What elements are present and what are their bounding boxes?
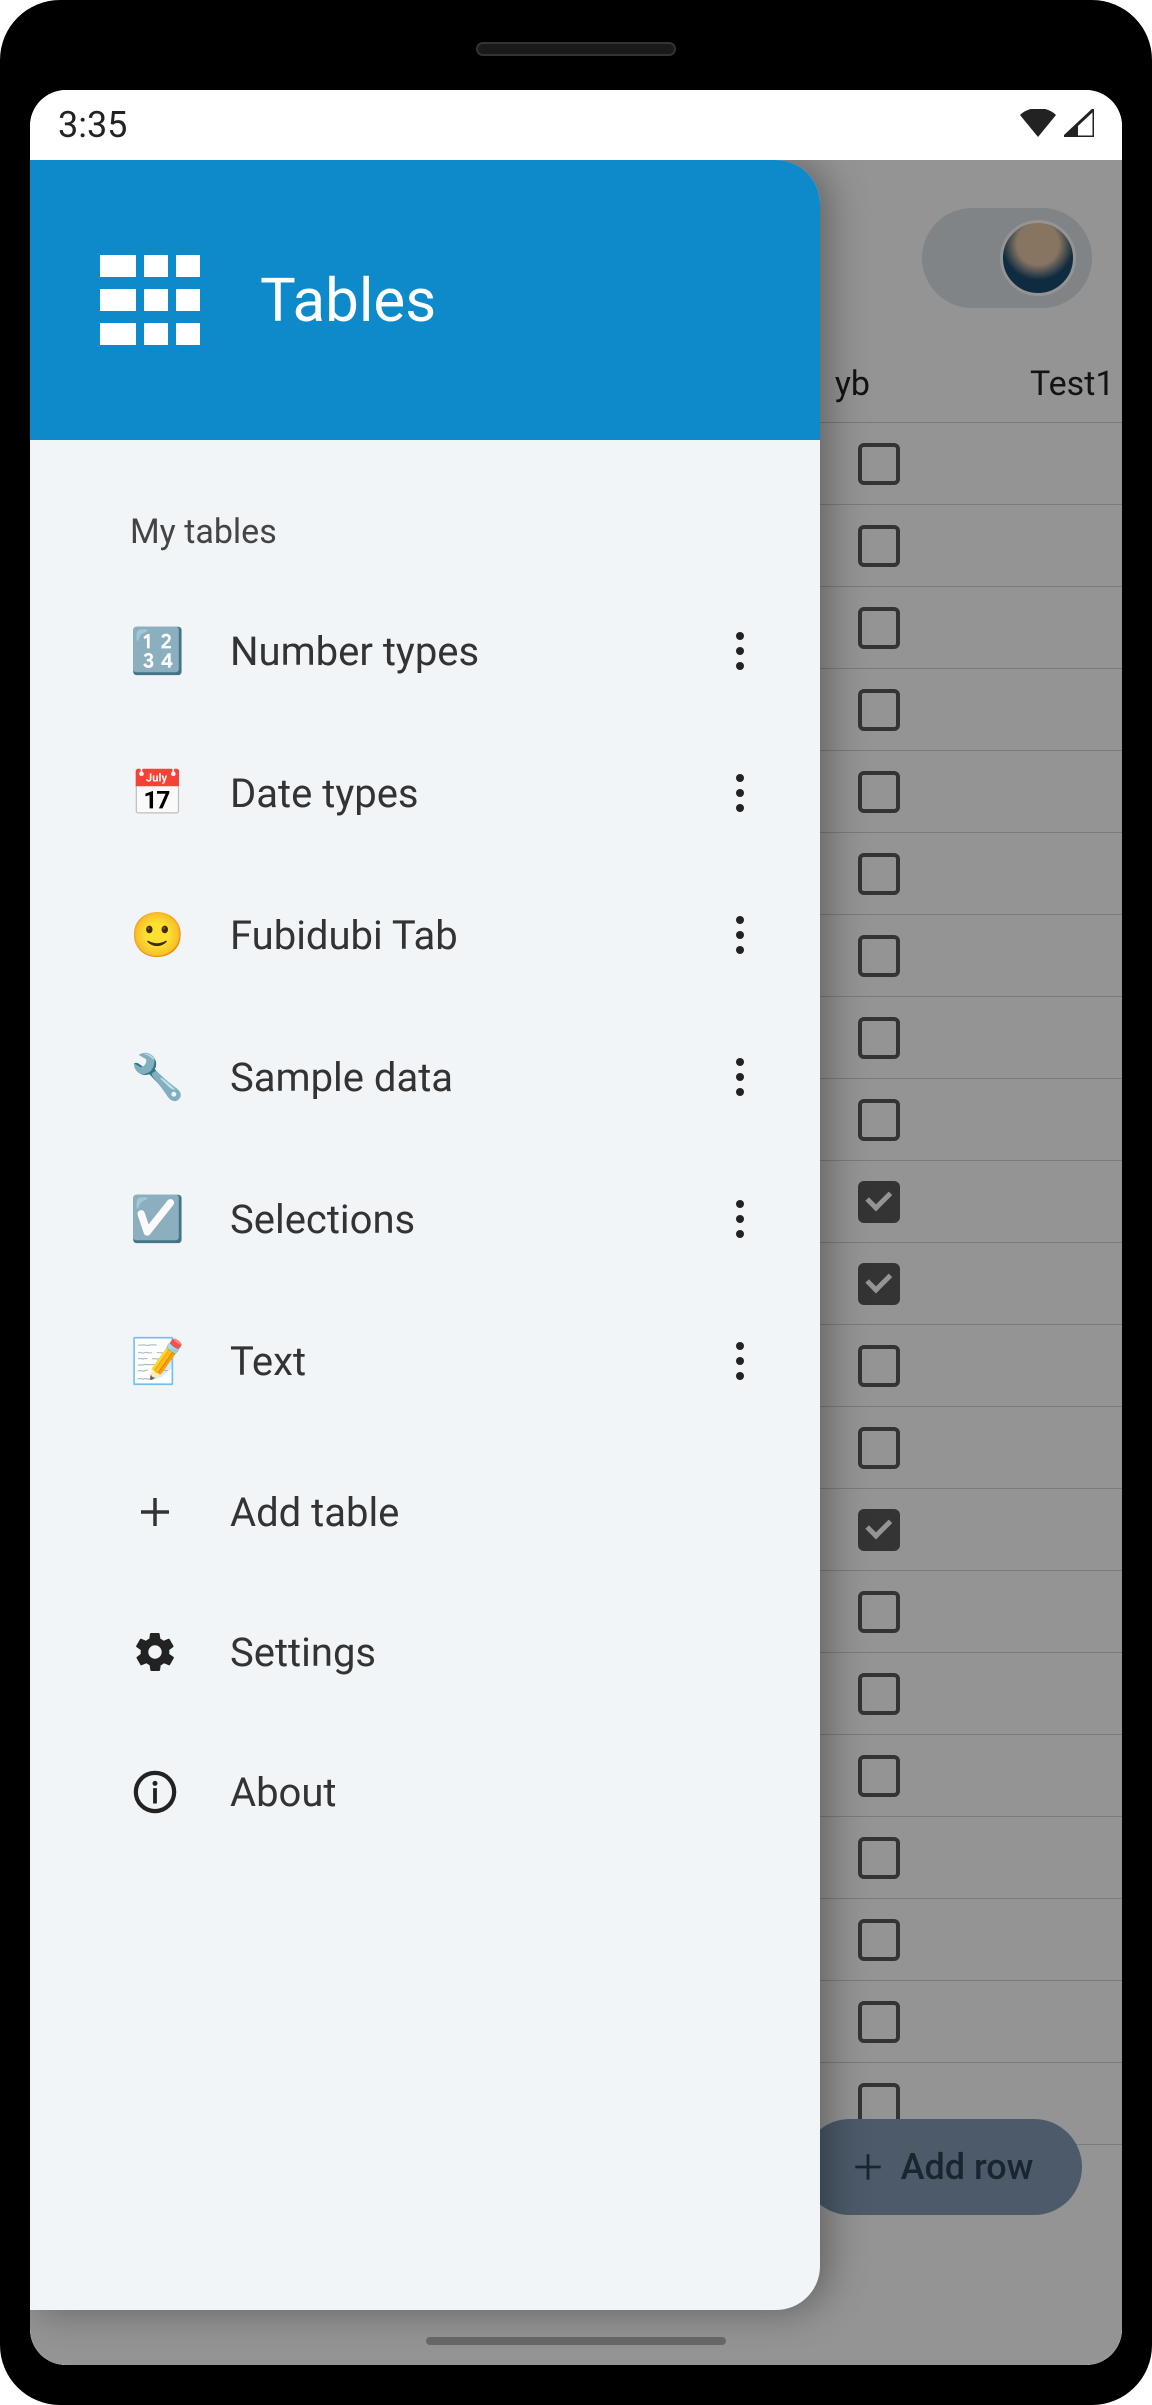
plus-icon — [851, 2150, 885, 2184]
add-row-button[interactable]: Add row — [802, 2119, 1082, 2215]
gear-icon — [130, 1629, 180, 1675]
tables-logo-icon — [100, 255, 200, 345]
more-options-button[interactable] — [720, 631, 760, 671]
more-options-button[interactable] — [720, 915, 760, 955]
drawer-body: My tables 🔢 Number types 📅 Date types 🙂 Fubid… — [30, 440, 820, 2310]
table-label: Fubidubi Tab — [230, 912, 670, 959]
settings-button[interactable]: Settings — [30, 1582, 820, 1722]
device-frame: 3:35 yb Te — [0, 0, 1152, 2405]
drawer-table-item[interactable]: 📝 Text — [30, 1290, 820, 1432]
status-time: 3:35 — [58, 104, 127, 146]
more-options-button[interactable] — [720, 1199, 760, 1239]
status-icons — [1020, 104, 1094, 146]
table-emoji-icon: 📅 — [130, 767, 180, 819]
table-label: Selections — [230, 1196, 670, 1243]
app-body: yb Test1 Add row — [30, 160, 1122, 2365]
table-label: Sample data — [230, 1054, 670, 1101]
gesture-handle[interactable] — [426, 2337, 726, 2345]
drawer-table-item[interactable]: 🔧 Sample data — [30, 1006, 820, 1148]
settings-label: Settings — [230, 1629, 376, 1676]
drawer-table-item[interactable]: 🙂 Fubidubi Tab — [30, 864, 820, 1006]
add-row-label: Add row — [901, 2146, 1034, 2188]
table-label: Text — [230, 1338, 670, 1385]
screen: 3:35 yb Te — [30, 90, 1122, 2365]
about-label: About — [230, 1769, 337, 1816]
about-button[interactable]: About — [30, 1722, 820, 1862]
drawer-tables-list: 🔢 Number types 📅 Date types 🙂 Fubidubi Tab 🔧 Sa… — [30, 580, 820, 1432]
more-options-button[interactable] — [720, 1341, 760, 1381]
navigation-drawer: Tables My tables 🔢 Number types 📅 Date type… — [30, 160, 820, 2310]
table-label: Number types — [230, 628, 670, 675]
table-emoji-icon: ☑️ — [130, 1193, 180, 1245]
drawer-section-title: My tables — [30, 490, 820, 580]
table-label: Date types — [230, 770, 670, 817]
table-emoji-icon: 📝 — [130, 1335, 180, 1387]
add-table-button[interactable]: Add table — [30, 1442, 820, 1582]
wifi-icon — [1020, 104, 1056, 146]
drawer-table-item[interactable]: 📅 Date types — [30, 722, 820, 864]
status-bar: 3:35 — [30, 90, 1122, 160]
table-emoji-icon: 🔢 — [130, 625, 180, 677]
drawer-table-item[interactable]: 🔢 Number types — [30, 580, 820, 722]
plus-icon — [130, 1491, 180, 1533]
speaker-grille — [476, 42, 676, 56]
cellular-icon — [1064, 104, 1094, 146]
drawer-title: Tables — [260, 265, 436, 336]
more-options-button[interactable] — [720, 773, 760, 813]
add-table-label: Add table — [230, 1489, 399, 1536]
drawer-table-item[interactable]: ☑️ Selections — [30, 1148, 820, 1290]
more-options-button[interactable] — [720, 1057, 760, 1097]
drawer-header: Tables — [30, 160, 820, 440]
info-icon — [130, 1769, 180, 1815]
table-emoji-icon: 🔧 — [130, 1051, 180, 1103]
table-emoji-icon: 🙂 — [130, 909, 180, 961]
